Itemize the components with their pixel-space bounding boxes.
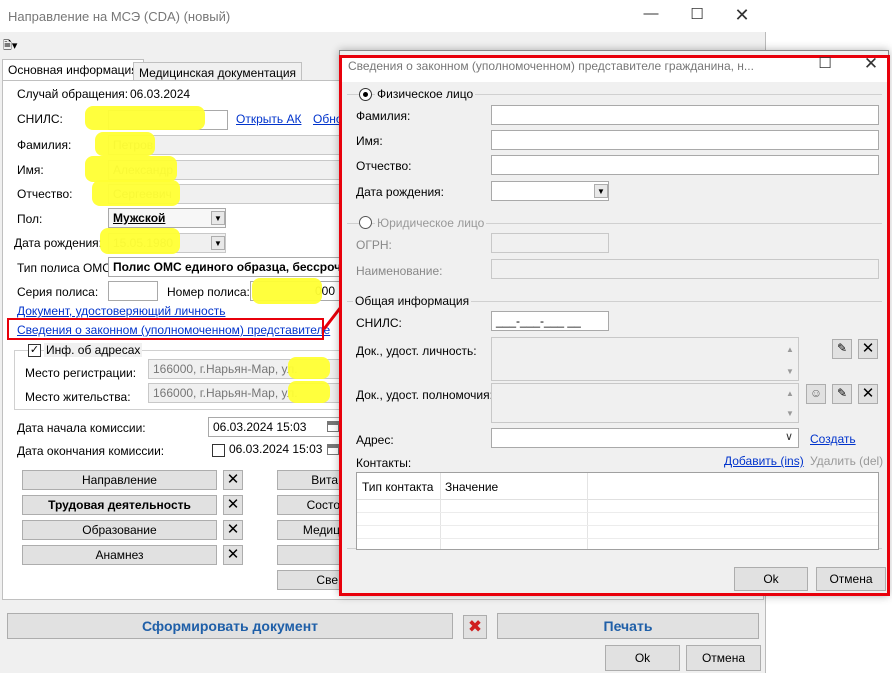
legal-radio[interactable] (359, 216, 372, 229)
address-label: Адрес: (356, 433, 394, 447)
contacts-label: Контакты: (356, 456, 412, 470)
close-icon[interactable]: ✕ (858, 339, 878, 359)
radio-dot (363, 92, 368, 97)
ogrn-input[interactable] (491, 233, 609, 253)
chevron-down-icon[interactable]: ∨ (785, 430, 793, 443)
add-contact-link[interactable]: Добавить (ins) (724, 454, 804, 468)
contacts-table: Тип контакта Значение (356, 472, 879, 550)
dlg-birth-label: Дата рождения: (356, 185, 444, 199)
table-row[interactable] (357, 512, 878, 513)
dlg-name-label: Имя: (356, 134, 383, 148)
table-row[interactable] (357, 538, 878, 539)
edit-icon[interactable]: ✎ (832, 384, 852, 404)
dialog-cancel-button[interactable]: Отмена (816, 567, 886, 591)
col-value[interactable]: Значение (445, 480, 498, 494)
dlg-surname-label: Фамилия: (356, 109, 411, 123)
dialog-title: Сведения о законном (уполномоченном) пре… (348, 59, 754, 73)
person-icon[interactable]: ☺ (806, 384, 826, 404)
dlg-snils-input[interactable]: ___-___-___ __ (491, 311, 609, 331)
address-select[interactable] (491, 428, 799, 448)
col-contact-type[interactable]: Тип контакта (362, 480, 433, 494)
id-doc-label: Док., удост. личность: (356, 344, 477, 358)
create-address-link[interactable]: Создать (810, 432, 856, 446)
auth-doc-label: Док., удост. полномочия: (356, 388, 493, 402)
chevron-down-icon[interactable]: ▼ (594, 184, 608, 198)
org-name-input[interactable] (491, 259, 879, 279)
ogrn-label: ОГРН: (356, 238, 392, 252)
phys-person-label: Физическое лицо (375, 87, 476, 101)
delete-contact-link[interactable]: Удалить (del) (810, 454, 883, 468)
dlg-surname-input[interactable] (491, 105, 879, 125)
dlg-patronymic-label: Отчество: (356, 159, 412, 173)
dlg-birth-input[interactable] (491, 181, 609, 201)
phys-radio[interactable] (359, 88, 372, 101)
edit-icon[interactable]: ✎ (832, 339, 852, 359)
scroll-arrows-icon[interactable]: ▲ ▼ (786, 339, 794, 383)
scroll-arrows-icon[interactable]: ▲ ▼ (786, 384, 794, 424)
maximize-icon[interactable]: ☐ (810, 54, 840, 72)
contacts-header (357, 473, 878, 500)
close-icon[interactable]: ✕ (856, 54, 886, 74)
dlg-patronymic-input[interactable] (491, 155, 879, 175)
dlg-snils-label: СНИЛС: (356, 316, 402, 330)
close-icon[interactable]: ✕ (858, 384, 878, 404)
legal-person-label: Юридическое лицо (375, 216, 487, 230)
org-name-label: Наименование: (356, 264, 443, 278)
dlg-name-input[interactable] (491, 130, 879, 150)
dialog-ok-button[interactable]: Ok (734, 567, 808, 591)
table-row[interactable] (357, 525, 878, 526)
auth-doc-field[interactable] (491, 383, 799, 423)
id-doc-field[interactable] (491, 337, 799, 381)
general-info-label: Общая информация (353, 294, 472, 308)
